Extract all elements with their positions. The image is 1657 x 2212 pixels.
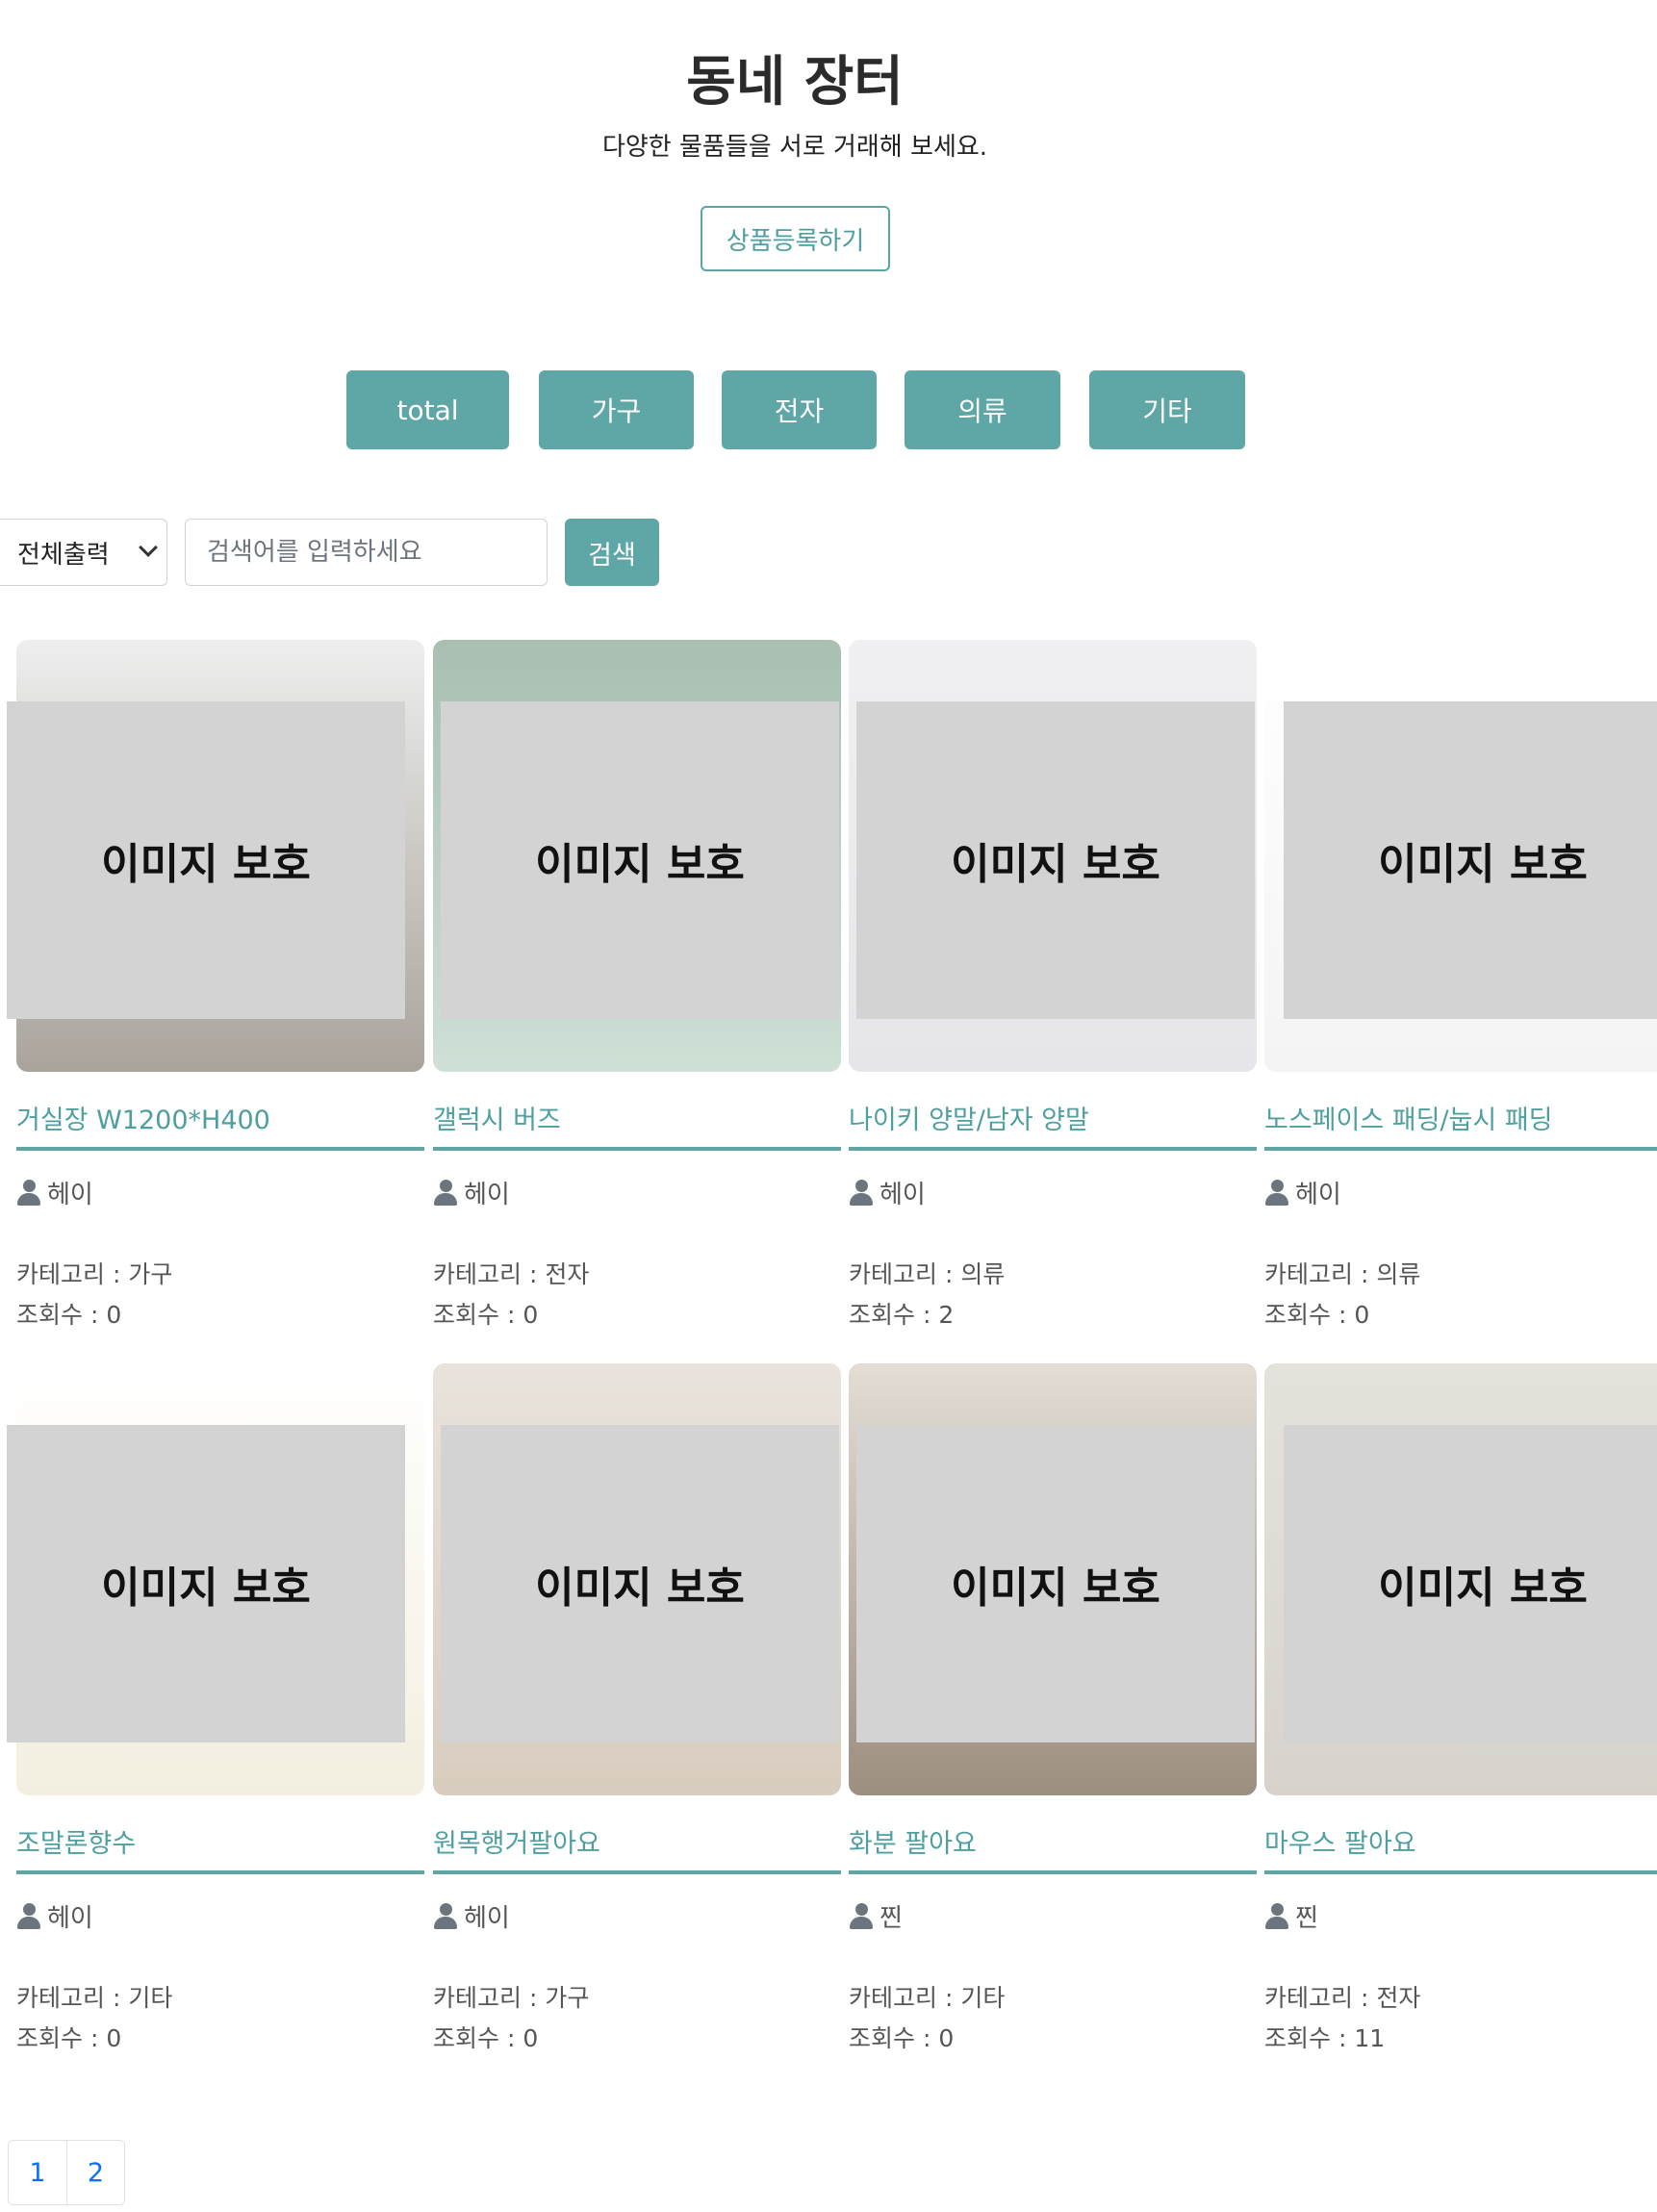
category-button-electronics[interactable]: 전자 — [722, 370, 877, 449]
product-seller: 헤이 — [16, 1898, 93, 1934]
image-protect-overlay: 이미지 보호 — [1284, 1425, 1657, 1742]
title-divider — [1264, 1870, 1657, 1874]
seller-name: 헤이 — [464, 1904, 510, 1933]
page-title: 동네 장터 — [686, 51, 904, 114]
user-icon — [1264, 1902, 1289, 1930]
user-icon — [433, 1179, 458, 1207]
seller-name: 헤이 — [464, 1181, 510, 1209]
product-category: 카테고리 : 전자 — [433, 1260, 590, 1288]
seller-name: 헤이 — [879, 1181, 926, 1209]
product-category: 카테고리 : 전자 — [1264, 1984, 1421, 2012]
pagination: 1 2 — [8, 2140, 125, 2205]
product-category: 카테고리 : 의류 — [849, 1260, 1006, 1288]
image-protect-overlay: 이미지 보호 — [441, 1425, 839, 1742]
seller-name: 찐 — [879, 1904, 903, 1933]
category-button-furniture[interactable]: 가구 — [539, 370, 694, 449]
product-seller: 찐 — [849, 1898, 903, 1934]
product-title[interactable]: 원목행거팔아요 — [433, 1822, 600, 1860]
image-protect-overlay: 이미지 보호 — [7, 701, 405, 1019]
product-category: 카테고리 : 가구 — [433, 1984, 590, 2012]
page-link-2[interactable]: 2 — [66, 2141, 124, 2204]
product-seller: 헤이 — [16, 1175, 93, 1210]
chevron-down-icon — [139, 538, 158, 557]
category-button-etc[interactable]: 기타 — [1089, 370, 1245, 449]
user-icon — [16, 1902, 41, 1930]
product-views: 조회수 : 0 — [16, 2024, 122, 2052]
category-button-total[interactable]: total — [346, 370, 509, 449]
user-icon — [1264, 1179, 1289, 1207]
product-seller: 헤이 — [1264, 1175, 1341, 1210]
search-filter-selected: 전체출력 — [17, 540, 110, 570]
page-link-1[interactable]: 1 — [9, 2141, 66, 2204]
seller-name: 헤이 — [1295, 1181, 1341, 1209]
product-seller: 헤이 — [849, 1175, 926, 1210]
user-icon — [433, 1902, 458, 1930]
title-divider — [849, 1147, 1257, 1151]
product-category: 카테고리 : 의류 — [1264, 1260, 1421, 1288]
product-title[interactable]: 마우스 팔아요 — [1264, 1822, 1416, 1860]
seller-name: 헤이 — [47, 1904, 93, 1933]
page: 동네 장터 다양한 물품들을 서로 거래해 보세요. 상품등록하기 total … — [0, 0, 1657, 2212]
product-views: 조회수 : 11 — [1264, 2024, 1386, 2052]
title-divider — [16, 1870, 424, 1874]
image-protect-overlay: 이미지 보호 — [1284, 701, 1657, 1019]
product-seller: 헤이 — [433, 1898, 510, 1934]
product-category: 카테고리 : 가구 — [16, 1260, 173, 1288]
product-title[interactable]: 조말론향수 — [16, 1822, 136, 1860]
product-seller: 헤이 — [433, 1175, 510, 1210]
page-subtitle: 다양한 물품들을 서로 거래해 보세요. — [601, 133, 988, 162]
product-title[interactable]: 나이키 양말/남자 양말 — [849, 1099, 1089, 1136]
search-button[interactable]: 검색 — [565, 519, 659, 586]
product-title[interactable]: 화분 팔아요 — [849, 1822, 977, 1860]
image-protect-overlay: 이미지 보호 — [856, 1425, 1255, 1742]
product-title[interactable]: 거실장 W1200*H400 — [16, 1099, 270, 1136]
product-views: 조회수 : 0 — [16, 1301, 122, 1329]
product-category: 카테고리 : 기타 — [849, 1984, 1006, 2012]
image-protect-overlay: 이미지 보호 — [441, 701, 839, 1019]
user-icon — [849, 1179, 874, 1207]
title-divider — [16, 1147, 424, 1151]
image-protect-overlay: 이미지 보호 — [856, 701, 1255, 1019]
product-category: 카테고리 : 기타 — [16, 1984, 173, 2012]
product-views: 조회수 : 0 — [433, 1301, 539, 1329]
register-product-button[interactable]: 상품등록하기 — [701, 206, 890, 271]
seller-name: 찐 — [1295, 1904, 1318, 1933]
title-divider — [1264, 1147, 1657, 1151]
search-filter-select[interactable]: 전체출력 — [0, 519, 167, 586]
user-icon — [16, 1179, 41, 1207]
product-title[interactable]: 노스페이스 패딩/눕시 패딩 — [1264, 1099, 1553, 1136]
search-input[interactable] — [185, 519, 548, 586]
title-divider — [433, 1147, 841, 1151]
product-seller: 찐 — [1264, 1898, 1318, 1934]
seller-name: 헤이 — [47, 1181, 93, 1209]
product-views: 조회수 : 0 — [1264, 1301, 1370, 1329]
image-protect-overlay: 이미지 보호 — [7, 1425, 405, 1742]
title-divider — [849, 1870, 1257, 1874]
product-views: 조회수 : 0 — [433, 2024, 539, 2052]
title-divider — [433, 1870, 841, 1874]
product-title[interactable]: 갤럭시 버즈 — [433, 1099, 561, 1136]
category-button-clothing[interactable]: 의류 — [905, 370, 1060, 449]
product-views: 조회수 : 0 — [849, 2024, 955, 2052]
product-views: 조회수 : 2 — [849, 1301, 955, 1329]
user-icon — [849, 1902, 874, 1930]
